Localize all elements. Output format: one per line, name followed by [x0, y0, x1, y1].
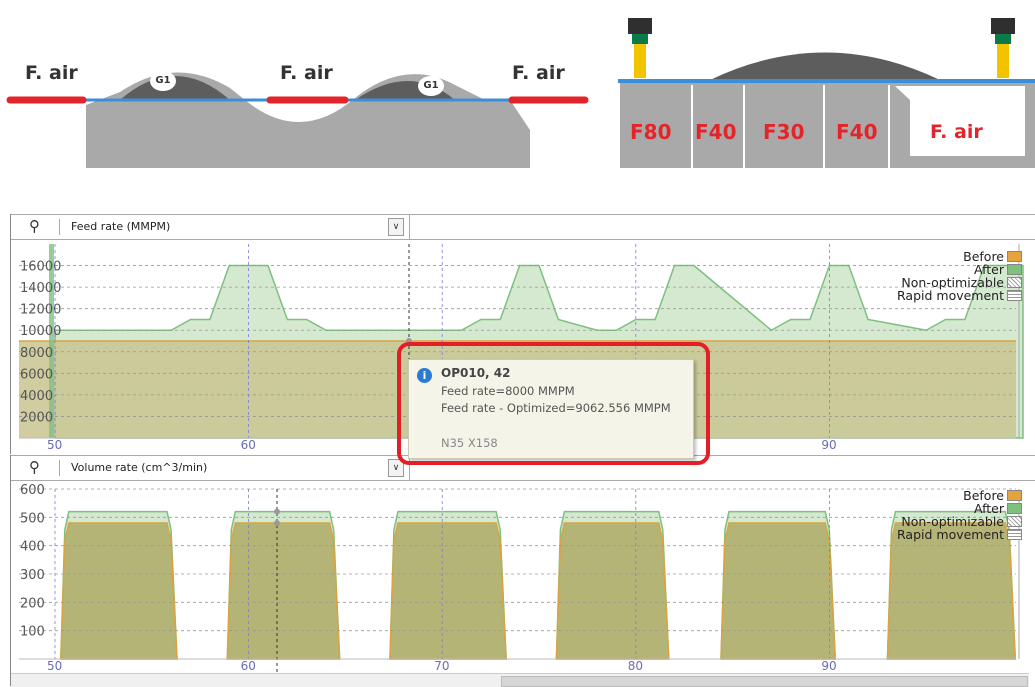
zoom-icon[interactable]: ⚲	[29, 458, 40, 476]
before-block	[60, 522, 178, 660]
clamp-right-head	[991, 18, 1015, 34]
x-tick-label: 60	[241, 438, 256, 452]
volume-rate-panel: ⚲ Volume rate (cm^3/min) ∨ 600 500 400 300 2…	[10, 455, 1035, 687]
air-label-1: F. air	[25, 62, 78, 84]
chevron-down-icon[interactable]: ∨	[388, 218, 404, 236]
cursor-point-after	[274, 508, 280, 515]
clamp-right-post	[997, 44, 1009, 78]
legend-rapid-movement[interactable]: Rapid movement	[897, 289, 1022, 302]
volume-rate-chart[interactable]: 600 500 400 300 200 100 50 60 70 80 90	[11, 483, 1029, 673]
x-tick-label: 50	[47, 659, 62, 673]
clamp-left-collar	[632, 34, 648, 44]
y-tick-label: 400	[20, 540, 45, 555]
y-tick-label: 16000	[20, 260, 61, 275]
x-tick-label: 70	[434, 659, 449, 673]
before-block	[555, 522, 670, 660]
segment-label-f40-a: F40	[695, 120, 737, 144]
x-tick-label: 90	[821, 438, 836, 452]
feed-metric-select[interactable]: Feed rate (MMPM)	[71, 220, 170, 233]
zoom-icon[interactable]: ⚲	[29, 217, 40, 235]
y-tick-label: 500	[20, 511, 45, 526]
workpiece-hump	[710, 52, 940, 80]
scrollbar-thumb[interactable]	[501, 676, 1028, 687]
feed-toolbar: ⚲ Feed rate (MMPM) ∨	[11, 214, 1035, 240]
before-block	[226, 522, 341, 660]
volume-metric-select[interactable]: Volume rate (cm^3/min)	[71, 461, 207, 474]
x-tick-label: 60	[241, 659, 256, 673]
y-tick-label: 4000	[20, 389, 53, 404]
clamp-right-collar	[995, 34, 1011, 44]
before-block	[720, 522, 837, 660]
x-tick-label: 80	[628, 659, 643, 673]
right-process-diagram	[618, 18, 1035, 168]
y-tick-label: 6000	[20, 367, 53, 382]
segment-label-f30: F30	[763, 120, 805, 144]
legend-rapid-movement[interactable]: Rapid movement	[897, 528, 1022, 541]
g1-badge-2: G1	[418, 76, 444, 96]
y-tick-label: 300	[20, 568, 45, 583]
segment-label-f80: F80	[630, 120, 672, 144]
left-process-diagram	[6, 72, 589, 168]
y-tick-label: 600	[20, 483, 45, 498]
x-tick-label: 90	[821, 659, 836, 673]
air-label-2: F. air	[280, 62, 333, 84]
feed-legend: Before After Non-optimizable Rapid movem…	[897, 250, 1022, 302]
horizontal-scrollbar[interactable]	[11, 673, 1029, 687]
toolbar-divider	[409, 215, 410, 239]
toolbar-separator	[59, 460, 60, 476]
before-block	[389, 522, 507, 660]
toolbar-separator	[59, 219, 60, 235]
segment-label-f40-b: F40	[836, 120, 878, 144]
before-block	[886, 522, 1017, 660]
cursor-point-before	[274, 520, 280, 526]
y-tick-label: 2000	[20, 410, 53, 425]
air-label-3: F. air	[512, 62, 565, 84]
volume-legend: Before After Non-optimizable Rapid movem…	[897, 489, 1022, 541]
g1-badge-1: G1	[150, 71, 176, 91]
clamp-left-head	[628, 18, 652, 34]
y-tick-label: 100	[20, 625, 45, 640]
x-tick-label: 50	[47, 438, 62, 452]
highlight-box	[397, 342, 710, 465]
y-tick-label: 8000	[20, 346, 53, 361]
y-tick-label: 200	[20, 596, 45, 611]
clamp-left-post	[634, 44, 646, 78]
air-pocket-label: F. air	[930, 121, 983, 143]
